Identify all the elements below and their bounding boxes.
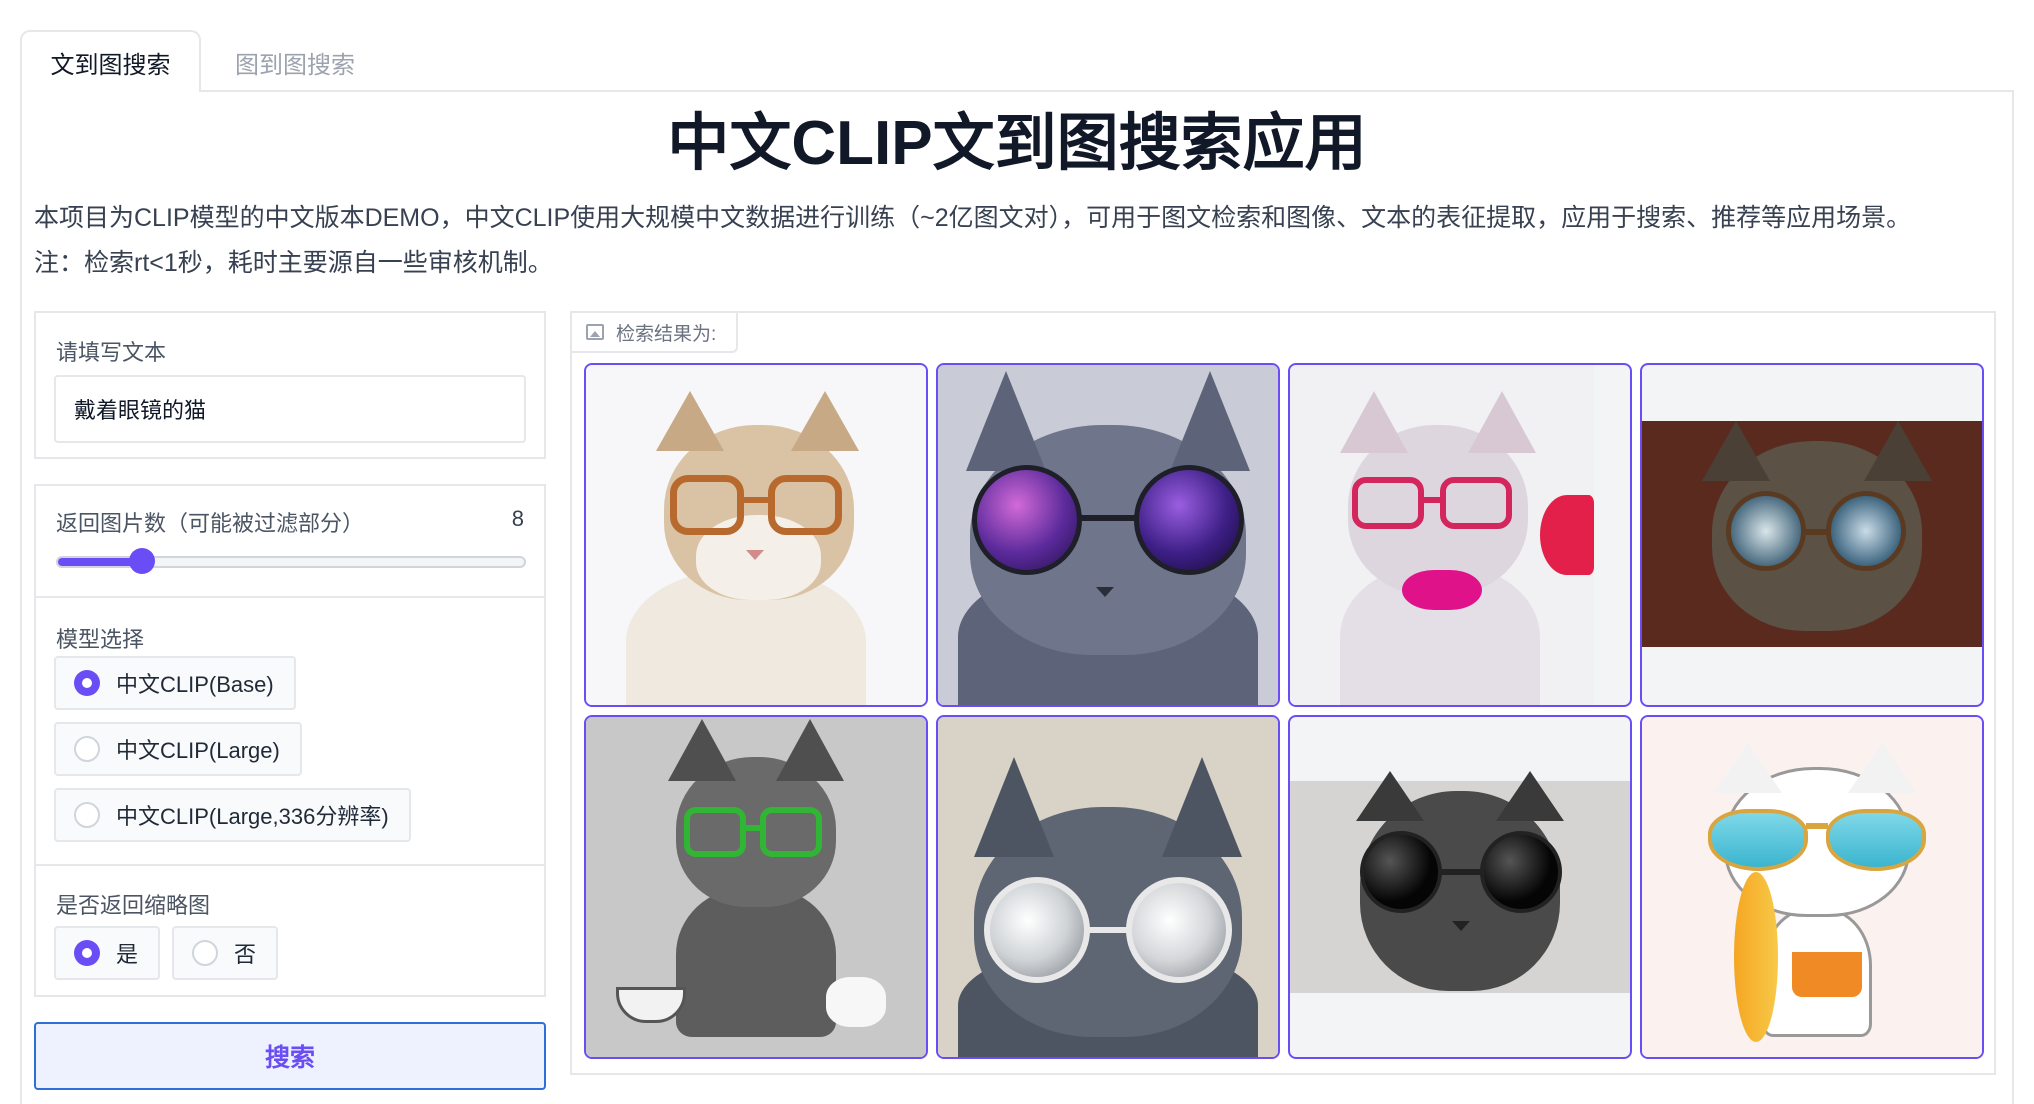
query-text-input[interactable]: 戴着眼镜的猫 xyxy=(54,375,526,443)
radio-unselected-icon xyxy=(74,802,100,828)
result-image-1[interactable] xyxy=(584,363,928,707)
radio-unselected-icon xyxy=(192,940,218,966)
thumbnail-toggle-section: 是否返回缩略图 是 否 xyxy=(36,866,544,997)
image-icon xyxy=(586,324,604,340)
radio-selected-icon xyxy=(74,670,100,696)
result-image-2[interactable] xyxy=(936,363,1280,707)
model-select-section: 模型选择 中文CLIP(Base) 中文CLIP(Large) 中文CLIP(L… xyxy=(36,598,544,866)
model-option-label: 中文CLIP(Large,336分辨率) xyxy=(116,804,389,829)
tab-bar: 文到图搜索 图到图搜索 xyxy=(20,30,2014,94)
model-option-label: 中文CLIP(Base) xyxy=(116,672,274,697)
radio-unselected-icon xyxy=(74,736,100,762)
description-line-1: 本项目为CLIP模型的中文版本DEMO，中文CLIP使用大规模中文数据进行训练（… xyxy=(34,204,1912,232)
count-slider-value[interactable]: 8 xyxy=(512,506,524,532)
result-image-1-picture xyxy=(586,365,926,705)
count-slider-section: 返回图片数（可能被过滤部分） 8 xyxy=(36,486,544,598)
thumbnail-option-label: 是 xyxy=(116,942,139,967)
model-option-large-336[interactable]: 中文CLIP(Large,336分辨率) xyxy=(54,788,411,842)
result-image-8-picture xyxy=(1642,717,1982,1057)
thumbnail-option-no[interactable]: 否 xyxy=(172,926,279,980)
result-image-6-picture xyxy=(938,717,1278,1057)
count-slider-track[interactable] xyxy=(56,548,526,574)
result-image-3-picture xyxy=(1290,365,1594,705)
result-image-4-picture xyxy=(1642,421,1982,647)
tab-text-to-image[interactable]: 文到图搜索 xyxy=(20,30,201,94)
description-line-2: 注：检索rt<1秒，耗时主要源自一些审核机制。 xyxy=(34,249,553,277)
text-input-card: 请填写文本 戴着眼镜的猫 xyxy=(34,311,546,459)
results-label-text: 检索结果为: xyxy=(616,323,717,345)
result-image-3[interactable] xyxy=(1288,363,1632,707)
result-image-7-picture xyxy=(1290,771,1630,993)
result-image-2-picture xyxy=(938,365,1278,705)
model-option-base[interactable]: 中文CLIP(Base) xyxy=(54,656,296,710)
model-select-label: 模型选择 xyxy=(56,627,145,652)
results-gallery: 检索结果为: xyxy=(570,311,1996,1075)
page-title: 中文CLIP文到图搜索应用 xyxy=(667,109,1367,178)
radio-selected-icon xyxy=(74,940,100,966)
result-image-6[interactable] xyxy=(936,715,1280,1059)
thumbnail-option-label: 否 xyxy=(234,942,257,967)
thumbnail-option-yes[interactable]: 是 xyxy=(54,926,161,980)
result-image-5[interactable] xyxy=(584,715,928,1059)
model-option-large[interactable]: 中文CLIP(Large) xyxy=(54,722,302,776)
thumbnail-toggle-label: 是否返回缩略图 xyxy=(56,893,211,918)
model-option-label: 中文CLIP(Large) xyxy=(116,738,280,763)
tab-image-to-image[interactable]: 图到图搜索 xyxy=(205,30,385,94)
options-group: 返回图片数（可能被过滤部分） 8 模型选择 中文CLIP(Base) 中文CLI… xyxy=(34,484,546,997)
results-label: 检索结果为: xyxy=(572,313,739,353)
count-slider-label: 返回图片数（可能被过滤部分） xyxy=(56,511,365,536)
result-image-4[interactable] xyxy=(1640,363,1984,707)
result-image-5-picture xyxy=(586,717,926,1057)
search-button[interactable]: 搜索 xyxy=(34,1022,546,1090)
result-image-7[interactable] xyxy=(1288,715,1632,1059)
count-slider-thumb[interactable] xyxy=(128,548,155,574)
result-image-8[interactable] xyxy=(1640,715,1984,1059)
text-input-label: 请填写文本 xyxy=(56,340,167,365)
